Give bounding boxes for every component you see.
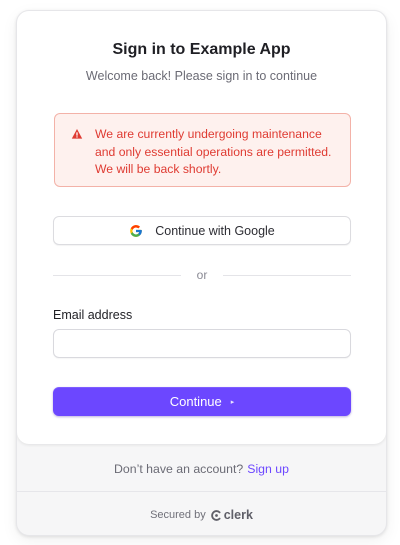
maintenance-alert: We are currently undergoing maintenance … xyxy=(54,113,351,187)
signup-prompt: Don’t have an account? Sign up xyxy=(17,462,386,476)
divider-line-left xyxy=(53,275,181,276)
page-title: Sign in to Example App xyxy=(112,41,291,58)
email-field[interactable] xyxy=(53,329,351,358)
sign-in-card-body: Sign in to Example App Welcome back! Ple… xyxy=(17,11,386,444)
alert-message: We are currently undergoing maintenance … xyxy=(95,127,332,176)
divider-or-text: or xyxy=(196,268,208,282)
continue-button-label: Continue xyxy=(169,394,222,409)
email-label: Email address xyxy=(53,308,133,322)
page-subtitle: Welcome back! Please sign in to continue xyxy=(85,69,318,83)
secured-by-text: Secured by xyxy=(150,509,206,521)
secured-by-clerk: Secured by clerk xyxy=(17,508,386,522)
google-icon xyxy=(130,224,143,237)
continue-with-google-button[interactable]: Continue with Google xyxy=(53,216,351,245)
signup-prompt-text: Don’t have an account? xyxy=(114,462,244,476)
clerk-logo-icon xyxy=(210,509,221,521)
sign-up-link[interactable]: Sign up xyxy=(247,462,289,476)
warning-triangle-icon xyxy=(71,129,83,139)
google-button-label: Continue with Google xyxy=(155,223,275,238)
continue-button[interactable]: Continue ▸ xyxy=(53,387,351,416)
sign-in-card: Sign in to Example App Welcome back! Ple… xyxy=(16,10,387,536)
clerk-wordmark: clerk xyxy=(223,508,253,522)
play-arrow-icon: ▸ xyxy=(230,398,235,406)
footer-divider xyxy=(17,491,386,492)
divider-line-right xyxy=(223,275,351,276)
